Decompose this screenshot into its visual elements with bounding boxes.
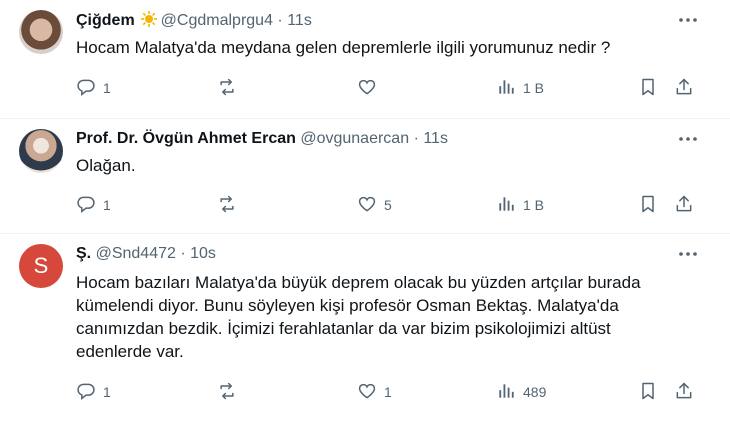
bookmark-icon [638,77,658,100]
author-name[interactable]: Ş. [76,245,91,262]
tweet-3[interactable]: S Ş. @Snd4472 · 10s Hocam bazıları Malat… [0,234,730,422]
reply-button[interactable]: 1 [76,77,111,99]
tweet-actions: 1 1 B [76,77,705,99]
views-button[interactable]: 1 B [496,77,544,99]
bookmark-button[interactable] [638,194,658,216]
tweet-actions: 1 5 1 B [76,194,705,216]
tweet-text: Hocam bazıları Malatya'da büyük deprem o… [76,273,641,361]
badge-icon [140,10,158,34]
like-button[interactable]: 1 [357,381,392,403]
separator-dot: · [180,245,186,262]
tweet-text: Hocam Malatya'da meydana gelen depremler… [76,38,611,57]
bookmark-button[interactable] [638,381,658,403]
author-name[interactable]: Çiğdem [76,12,135,29]
separator-dot: · [277,12,283,29]
tweet-actions: 1 1 489 [76,381,705,403]
views-icon [496,77,516,100]
avatar[interactable] [19,129,63,173]
more-icon[interactable] [676,10,700,30]
author-handle[interactable]: @ovgunaercan [300,130,409,147]
views-button[interactable]: 1 B [496,194,544,216]
share-icon [674,381,694,404]
tweet-1[interactable]: Çiğdem @Cgdmalprgu4 · 11s Hocam Malatya'd… [0,0,730,119]
tweet-text: Olağan. [76,156,136,175]
reply-count: 1 [103,197,111,213]
retweet-button[interactable] [217,77,244,99]
reply-icon [76,77,96,100]
author-name[interactable]: Prof. Dr. Övgün Ahmet Ercan [76,130,296,147]
share-button[interactable] [674,194,694,216]
reply-icon [76,194,96,217]
retweet-icon [217,194,237,217]
views-icon [496,194,516,217]
views-icon [496,381,516,404]
avatar[interactable] [19,10,63,54]
tweet-header: Çiğdem @Cgdmalprgu4 · 11s [76,10,312,34]
author-handle[interactable]: @Cgdmalprgu4 [161,12,273,29]
avatar[interactable]: S [19,244,63,288]
share-icon [674,77,694,100]
retweet-icon [217,77,237,100]
reply-button[interactable]: 1 [76,381,111,403]
avatar-letter: S [33,253,49,278]
tweet-time[interactable]: 10s [190,245,216,262]
reply-button[interactable]: 1 [76,194,111,216]
more-icon[interactable] [676,129,700,149]
bookmark-icon [638,194,658,217]
views-count: 1 B [523,197,545,213]
retweet-button[interactable] [217,194,244,216]
bookmark-icon [638,381,658,404]
like-icon [357,77,377,100]
like-icon [357,194,377,217]
share-button[interactable] [674,77,694,99]
views-count: 489 [523,384,547,400]
bookmark-button[interactable] [638,77,658,99]
like-icon [357,381,377,404]
reply-count: 1 [103,384,111,400]
views-button[interactable]: 489 [496,381,546,403]
tweet-header: Prof. Dr. Övgün Ahmet Ercan @ovgunaercan… [76,129,448,149]
like-count: 1 [384,384,392,400]
tweet-2[interactable]: Prof. Dr. Övgün Ahmet Ercan @ovgunaercan… [0,119,730,234]
retweet-button[interactable] [217,381,244,403]
like-button[interactable]: 5 [357,194,392,216]
views-count: 1 B [523,80,545,96]
author-handle[interactable]: @Snd4472 [96,245,176,262]
tweet-time[interactable]: 11s [423,130,448,147]
like-count: 5 [384,197,392,213]
share-icon [674,194,694,217]
separator-dot: · [413,130,419,147]
share-button[interactable] [674,381,694,403]
tweet-time[interactable]: 11s [287,12,312,29]
more-icon[interactable] [676,244,700,264]
reply-icon [76,381,96,404]
like-button[interactable] [357,77,384,99]
retweet-icon [217,381,237,404]
tweet-header: Ş. @Snd4472 · 10s [76,244,216,264]
reply-count: 1 [103,80,111,96]
